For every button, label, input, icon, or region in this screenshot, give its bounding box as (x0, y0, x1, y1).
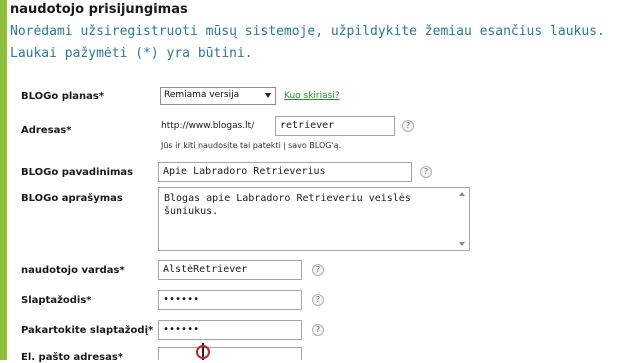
scroll-up-icon[interactable] (459, 192, 465, 196)
address-hint: Jūs ir kiti naudosite tai patekti į savo… (161, 141, 342, 150)
blog-description-textarea[interactable]: Blogas apie Labradoro Retrieveriu veislė… (158, 187, 470, 251)
question-circle-icon[interactable]: ? (312, 324, 324, 336)
address-input[interactable]: retriever (275, 116, 395, 136)
address-url-prefix: http://www.blogas.lt/ (161, 121, 255, 131)
username-label: naudotojo vardas* (21, 265, 125, 276)
question-circle-icon[interactable]: ? (312, 264, 324, 276)
plan-select[interactable]: Remiama versija (160, 87, 276, 105)
blog-description-label: BLOGo aprašymas (21, 193, 123, 204)
chevron-down-icon (265, 93, 271, 98)
question-circle-icon[interactable]: ? (312, 294, 324, 306)
password-repeat-label: Pakartokite slaptažodį* (21, 325, 154, 336)
plan-difference-link[interactable]: Kuo skiriasi? (284, 91, 340, 101)
email-input[interactable] (158, 347, 302, 360)
left-accent-stripe (0, 0, 7, 360)
intro-text: Norėdami užsiregistruoti mūsų sistemoje,… (10, 24, 605, 39)
blog-name-input[interactable]: Apie Labradoro Retrieverius (158, 162, 412, 182)
password-repeat-input[interactable]: •••••• (158, 320, 302, 340)
scroll-down-icon[interactable] (459, 242, 465, 246)
username-input[interactable]: AlstėRetriever (158, 260, 302, 280)
question-circle-icon[interactable]: ? (420, 166, 432, 178)
blog-name-label: BLOGo pavadinimas (21, 167, 134, 178)
password-label: Slaptažodis* (21, 295, 92, 306)
page-title: naudotojo prisijungimas (10, 2, 188, 17)
password-input[interactable]: •••••• (158, 290, 302, 310)
question-circle-icon[interactable]: ? (402, 120, 414, 132)
address-label: Adresas* (21, 125, 72, 136)
blog-description-value: Blogas apie Labradoro Retrieveriu veislė… (164, 193, 411, 217)
email-label: El. pašto adresas* (21, 352, 124, 363)
required-note: Laukai pažymėti (*) yra būtini. (10, 46, 253, 61)
plan-label: BLOGo planas* (21, 91, 105, 102)
plan-selected-value: Remiama versija (164, 90, 240, 100)
click-indicator-icon (196, 345, 210, 359)
